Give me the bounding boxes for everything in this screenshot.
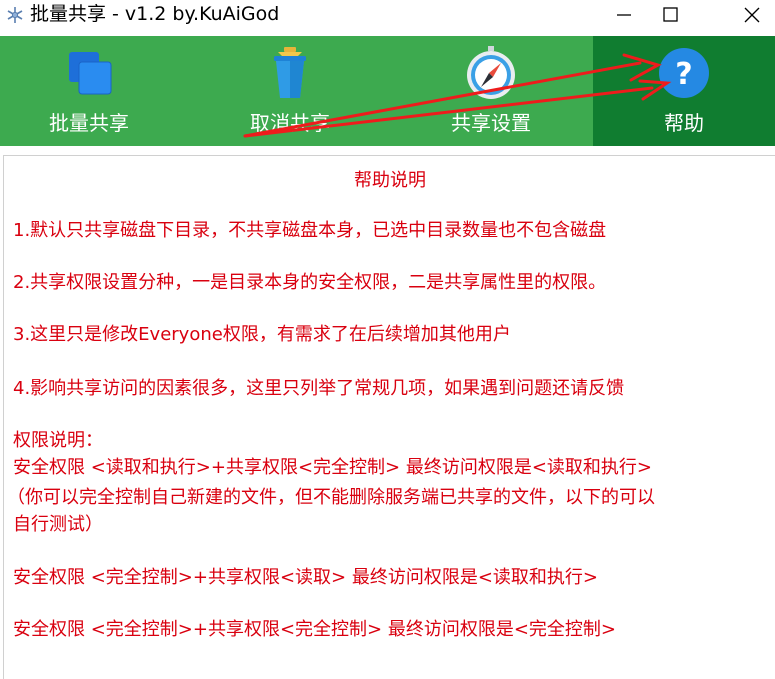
permission-note-a: （你可以完全控制自己新建的文件，但不能删除服务端已共享的文件，以下的可以: [7, 487, 655, 508]
share-settings-button[interactable]: 共享设置: [401, 36, 581, 146]
svg-text:?: ?: [675, 57, 692, 92]
permission-note-b: 自行测试）: [13, 514, 103, 535]
batch-share-label: 批量共享: [49, 111, 129, 135]
batch-share-button[interactable]: 批量共享: [0, 36, 178, 146]
help-question-icon: ?: [656, 44, 712, 100]
permission-line-2: 安全权限 <完全控制>+共享权限<读取> 最终访问权限是<读取和执行>: [13, 567, 599, 588]
help-button[interactable]: ? 帮助: [593, 36, 775, 146]
cancel-share-label: 取消共享: [250, 111, 330, 135]
window-title: 批量共享 - v1.2 by.KuAiGod: [30, 3, 280, 25]
snowflake-icon: [6, 6, 24, 24]
compass-icon: [463, 44, 519, 100]
permissions-heading: 权限说明：: [13, 430, 103, 451]
trash-can-icon: [262, 44, 318, 100]
help-panel: 帮助说明 1.默认只共享磁盘下目录，不共享磁盘本身，已选中目录数量也不包含磁盘 …: [3, 155, 775, 679]
help-item-3: 3.这里只是修改Everyone权限，有需求了在后续增加其他用户: [13, 324, 511, 345]
maximize-button[interactable]: [641, 0, 701, 30]
minimize-icon: [617, 14, 631, 16]
help-item-2: 2.共享权限设置分种，一是目录本身的安全权限，二是共享属性里的权限。: [13, 272, 607, 293]
help-item-1: 1.默认只共享磁盘下目录，不共享磁盘本身，已选中目录数量也不包含磁盘: [13, 220, 607, 241]
share-settings-label: 共享设置: [451, 111, 531, 135]
help-item-4: 4.影响共享访问的因素很多，这里只列举了常规几项，如果遇到问题还请反馈: [13, 378, 625, 399]
help-title: 帮助说明: [354, 170, 426, 191]
permission-line-3: 安全权限 <完全控制>+共享权限<完全控制> 最终访问权限是<完全控制>: [13, 619, 617, 640]
help-label: 帮助: [664, 111, 704, 135]
toolbar: 批量共享 取消共享 共享设置 ? 帮助: [0, 36, 775, 146]
windows-stack-icon: [61, 44, 117, 100]
maximize-icon: [663, 7, 678, 22]
title-bar: 批量共享 - v1.2 by.KuAiGod: [0, 0, 775, 36]
cancel-share-button[interactable]: 取消共享: [200, 36, 380, 146]
permission-line-1: 安全权限 <读取和执行>+共享权限<完全控制> 最终访问权限是<读取和执行>: [13, 457, 653, 478]
close-icon: [744, 7, 760, 23]
close-button[interactable]: [722, 0, 775, 30]
